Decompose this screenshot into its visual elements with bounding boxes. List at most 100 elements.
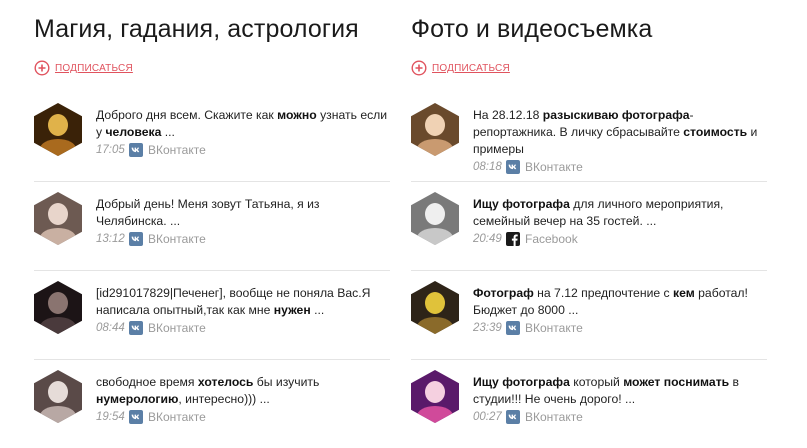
post-meta: 08:18 ВКонтакте [473, 159, 767, 175]
keyword-highlight: кем [673, 286, 695, 300]
network-name[interactable]: ВКонтакте [525, 410, 583, 424]
network-name[interactable]: ВКонтакте [148, 143, 206, 157]
keyword-highlight: нужен [273, 303, 311, 317]
post-body: Доброго дня всем. Скажите как можно узна… [96, 107, 390, 158]
post-text[interactable]: Фотограф на 7.12 предпочтение с кем рабо… [473, 285, 767, 319]
post-text[interactable]: [id291017829|Печенег], вообще не поняла … [96, 285, 390, 319]
subscribe-button[interactable]: ПОДПИСАТЬСЯ [411, 60, 767, 76]
text-segment: на 7.12 предпочтение с [533, 286, 674, 300]
facebook-icon [506, 232, 520, 246]
post-meta: 20:49 Facebook [473, 231, 767, 247]
avatar-hexagon-image [34, 103, 82, 156]
avatar[interactable] [34, 103, 82, 156]
post-body: свободное время хотелось бы изучить нуме… [96, 374, 390, 425]
text-segment: [id291017829|Печенег], вообще не поняла … [96, 286, 371, 317]
avatar[interactable] [411, 103, 459, 156]
post-item[interactable]: свободное время хотелось бы изучить нуме… [34, 360, 390, 448]
post-body: [id291017829|Печенег], вообще не поняла … [96, 285, 390, 336]
post-body: Фотограф на 7.12 предпочтение с кем рабо… [473, 285, 767, 336]
post-meta: 00:27 ВКонтакте [473, 409, 767, 425]
subscribe-label: ПОДПИСАТЬСЯ [55, 62, 133, 74]
keyword-highlight: Фотограф [473, 286, 534, 300]
network-name[interactable]: ВКонтакте [148, 410, 206, 424]
avatar[interactable] [411, 192, 459, 245]
network-icon-wrap [129, 232, 148, 246]
post-body: Добрый день! Меня зовут Татьяна, я из Че… [96, 196, 390, 247]
post-time: 08:44 [96, 322, 125, 334]
keyword-highlight: нумерологию [96, 392, 179, 406]
category-title[interactable]: Магия, гадания, астрология [34, 17, 390, 43]
keyword-highlight: хотелось [197, 375, 254, 389]
subscribe-button[interactable]: ПОДПИСАТЬСЯ [34, 60, 390, 76]
post-time: 00:27 [473, 411, 502, 423]
text-segment: Добрый день! Меня зовут Татьяна, я из Че… [96, 197, 320, 228]
text-segment: , интересно))) ... [178, 392, 270, 406]
network-icon-wrap [506, 321, 525, 335]
category-column-magic: Магия, гадания, астрология ПОДПИСАТЬСЯ Д… [34, 0, 390, 448]
category-column-photo: Фото и видеосъемка ПОДПИСАТЬСЯ На 28.12.… [411, 0, 767, 448]
post-item[interactable]: Ищу фотографа для личного мероприятия, с… [411, 182, 767, 271]
network-icon-wrap [506, 232, 525, 246]
avatar-hexagon-image [411, 103, 459, 156]
post-item[interactable]: Доброго дня всем. Скажите как можно узна… [34, 93, 390, 182]
post-meta: 17:05 ВКонтакте [96, 142, 390, 158]
text-segment: бы изучить [253, 375, 320, 389]
post-meta: 23:39 ВКонтакте [473, 320, 767, 336]
keyword-highlight: стоимость [683, 125, 748, 139]
plus-circle-icon [411, 60, 427, 76]
vk-icon [129, 143, 143, 157]
post-text[interactable]: Ищу фотографа для личного мероприятия, с… [473, 196, 767, 230]
post-time: 23:39 [473, 322, 502, 334]
post-time: 19:54 [96, 411, 125, 423]
category-title[interactable]: Фото и видеосъемка [411, 17, 767, 43]
post-text[interactable]: Ищу фотографа который может поснимать в … [473, 374, 767, 408]
post-body: Ищу фотографа для личного мероприятия, с… [473, 196, 767, 247]
avatar-hexagon-image [411, 370, 459, 423]
post-item[interactable]: Добрый день! Меня зовут Татьяна, я из Че… [34, 182, 390, 271]
keyword-highlight: Ищу фотографа [473, 375, 570, 389]
avatar[interactable] [34, 192, 82, 245]
avatar[interactable] [34, 370, 82, 423]
avatar[interactable] [34, 281, 82, 334]
network-name[interactable]: ВКонтакте [525, 160, 583, 174]
avatar[interactable] [411, 370, 459, 423]
vk-icon [506, 160, 520, 174]
network-icon-wrap [129, 321, 148, 335]
network-icon-wrap [506, 410, 525, 424]
vk-icon [506, 321, 520, 335]
network-name[interactable]: Facebook [525, 232, 578, 246]
avatar-hexagon-image [34, 370, 82, 423]
post-time: 17:05 [96, 144, 125, 156]
post-text[interactable]: свободное время хотелось бы изучить нуме… [96, 374, 390, 408]
avatar-hexagon-image [34, 281, 82, 334]
post-item[interactable]: Ищу фотографа который может поснимать в … [411, 360, 767, 448]
post-text[interactable]: Добрый день! Меня зовут Татьяна, я из Че… [96, 196, 390, 230]
post-meta: 13:12 ВКонтакте [96, 231, 390, 247]
network-icon-wrap [129, 143, 148, 157]
text-segment: ... [310, 303, 325, 317]
post-meta: 19:54 ВКонтакте [96, 409, 390, 425]
avatar-hexagon-image [34, 192, 82, 245]
network-name[interactable]: ВКонтакте [525, 321, 583, 335]
post-item[interactable]: На 28.12.18 разыскиваю фотографа-репорта… [411, 93, 767, 182]
keyword-highlight: разыскиваю фотографа [542, 108, 690, 122]
text-segment: который [569, 375, 624, 389]
post-time: 20:49 [473, 233, 502, 245]
keyword-highlight: человека [105, 125, 162, 139]
vk-icon [129, 321, 143, 335]
keyword-highlight: Ищу фотографа [473, 197, 570, 211]
avatar[interactable] [411, 281, 459, 334]
text-segment: Доброго дня всем. Скажите как [96, 108, 278, 122]
vk-icon [129, 232, 143, 246]
post-item[interactable]: Фотограф на 7.12 предпочтение с кем рабо… [411, 271, 767, 360]
network-name[interactable]: ВКонтакте [148, 232, 206, 246]
post-body: На 28.12.18 разыскиваю фотографа-репорта… [473, 107, 767, 175]
text-segment: ... [161, 125, 175, 139]
network-name[interactable]: ВКонтакте [148, 321, 206, 335]
post-item[interactable]: [id291017829|Печенег], вообще не поняла … [34, 271, 390, 360]
keyword-highlight: может поснимать [623, 375, 730, 389]
post-time: 13:12 [96, 233, 125, 245]
text-segment: На 28.12.18 [473, 108, 543, 122]
post-text[interactable]: Доброго дня всем. Скажите как можно узна… [96, 107, 390, 141]
post-text[interactable]: На 28.12.18 разыскиваю фотографа-репорта… [473, 107, 767, 158]
